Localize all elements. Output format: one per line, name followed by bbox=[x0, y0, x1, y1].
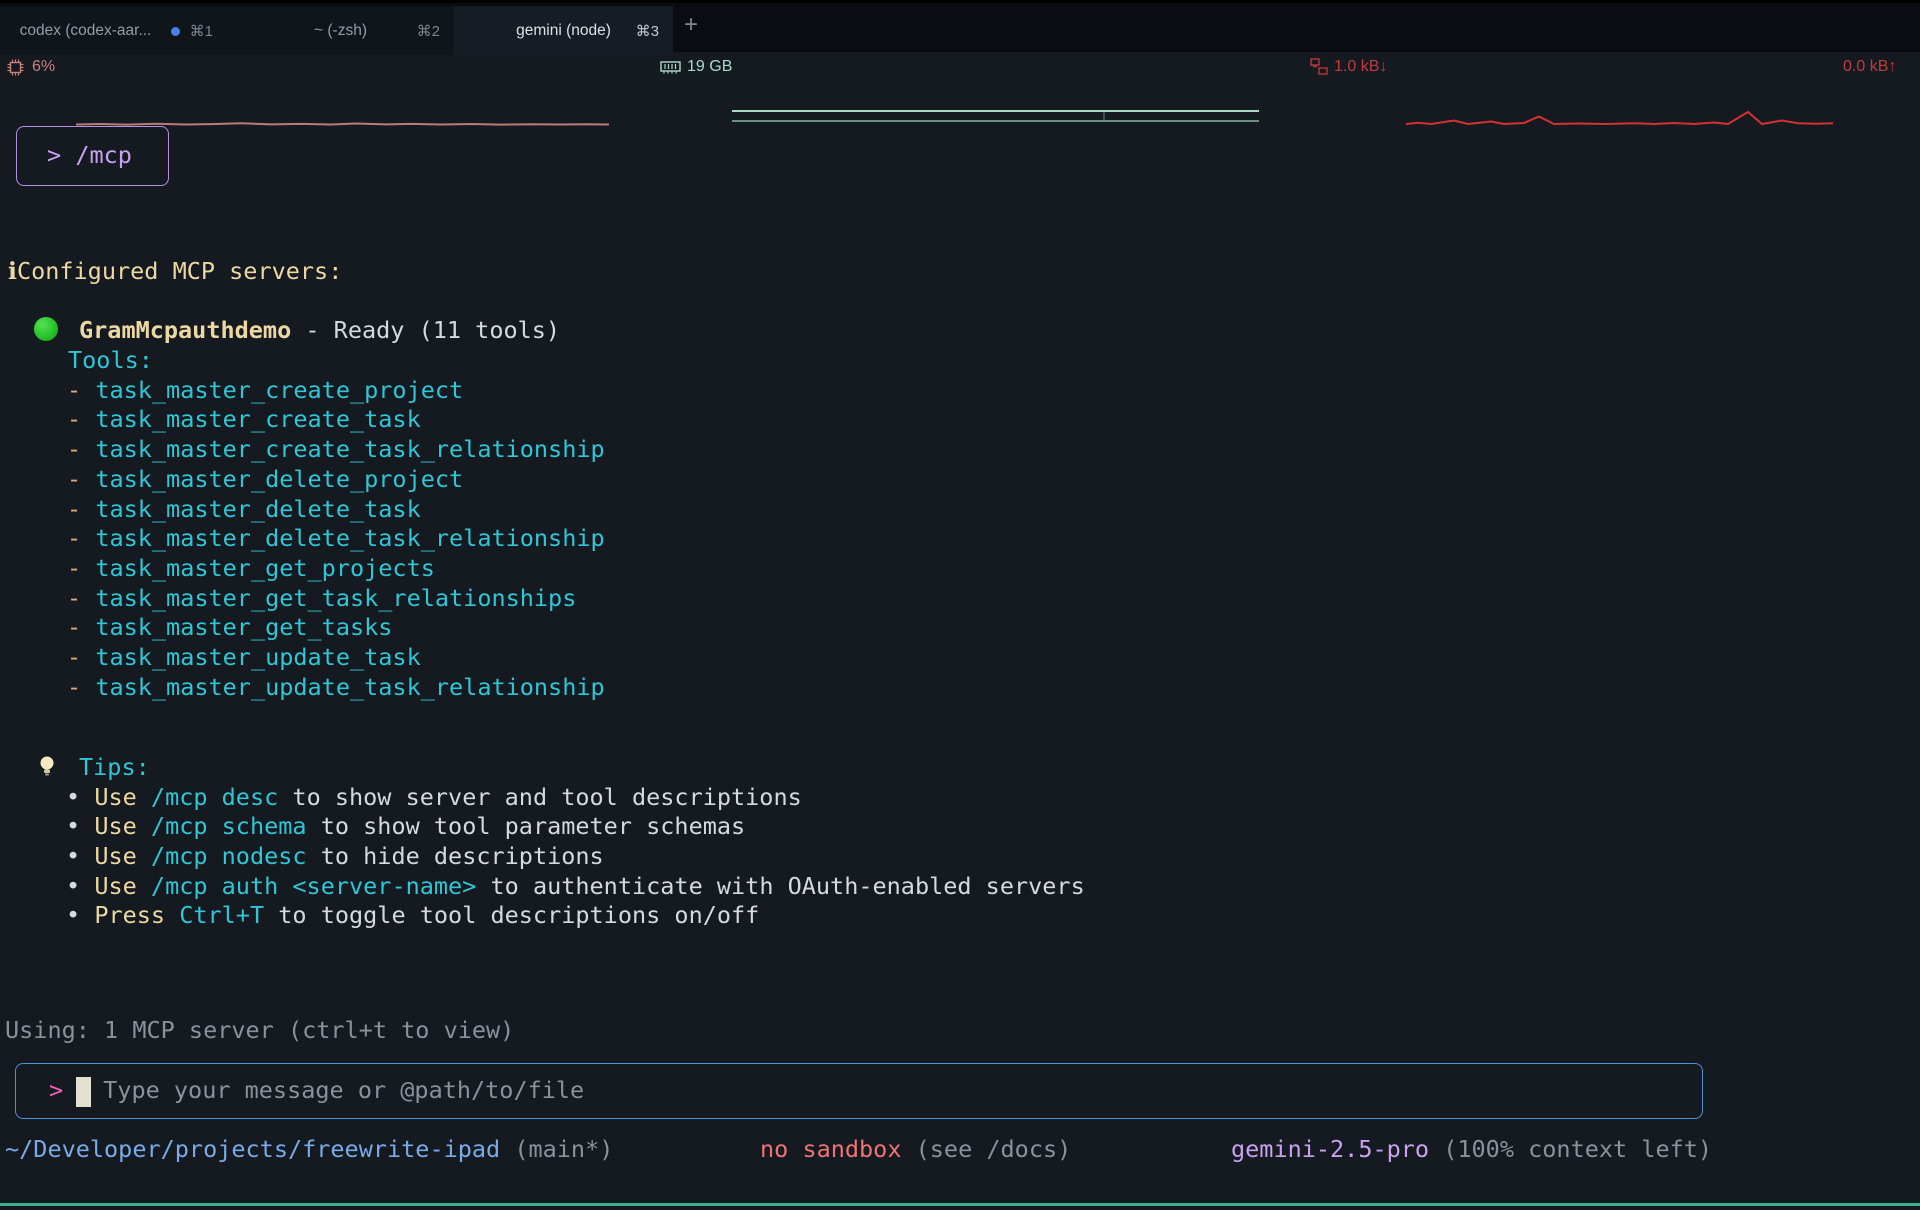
directory-path: ~/Developer/projects/freewrite-ipad bbox=[5, 1135, 500, 1163]
message-input[interactable]: > Type your message or @path/to/file bbox=[15, 1063, 1703, 1119]
tool-list-item: - task_master_create_project bbox=[0, 376, 605, 406]
tab-gemini-active[interactable]: gemini (node) ⌘3 bbox=[454, 6, 673, 55]
tip-item: • Use /mcp desc to show server and tool … bbox=[0, 783, 1085, 813]
tool-name: task_master_create_project bbox=[95, 376, 463, 404]
activity-dot-icon bbox=[171, 27, 180, 36]
mcp-output: ℹConfigured MCP servers: GramMcpauthdemo… bbox=[0, 257, 605, 702]
info-icon: ℹ bbox=[8, 257, 17, 285]
server-name: GramMcpauthdemo bbox=[79, 316, 291, 344]
model-status: gemini-2.5-pro (100% context left) bbox=[1231, 1135, 1712, 1165]
mcp-summary: Using: 1 MCP server (ctrl+t to view) bbox=[5, 1016, 514, 1046]
server-status-green-dot-icon bbox=[34, 317, 58, 341]
memory-amount: 19 GB bbox=[687, 58, 732, 76]
cpu-status: 6% bbox=[6, 52, 55, 82]
tip-item: • Press Ctrl+T to toggle tool descriptio… bbox=[0, 901, 1085, 931]
tool-name: task_master_delete_task_relationship bbox=[95, 524, 604, 552]
tip-item: • Use /mcp schema to show tool parameter… bbox=[0, 812, 1085, 842]
memory-icon bbox=[660, 59, 681, 76]
command-echo-box: > /mcp bbox=[16, 126, 169, 186]
memory-graph bbox=[732, 108, 1259, 130]
servers-header: ℹConfigured MCP servers: bbox=[0, 257, 605, 287]
command-prompt-char: > bbox=[47, 141, 61, 169]
tab-shortcut: ⌘1 bbox=[190, 22, 213, 40]
tool-name: task_master_delete_project bbox=[95, 465, 463, 493]
tab-shortcut: ⌘3 bbox=[636, 22, 659, 40]
tool-list-item: - task_master_get_projects bbox=[0, 554, 605, 584]
tool-list-item: - task_master_create_task bbox=[0, 405, 605, 435]
tool-name: task_master_delete_task bbox=[95, 495, 420, 523]
network-upload: 0.0 kB↑ bbox=[1843, 52, 1896, 82]
tip-item: • Use /mcp nodesc to hide descriptions bbox=[0, 842, 1085, 872]
server-status: - Ready (11 tools) bbox=[305, 316, 560, 344]
sandbox-status: no sandbox (see /docs) bbox=[760, 1135, 1071, 1165]
tool-name: task_master_get_tasks bbox=[95, 613, 392, 641]
tip-item: • Use /mcp auth <server-name> to authent… bbox=[0, 872, 1085, 902]
command-text: /mcp bbox=[75, 141, 132, 169]
tool-name: task_master_get_task_relationships bbox=[95, 584, 576, 612]
network-upload-rate: 0.0 kB↑ bbox=[1843, 58, 1896, 76]
network-icon bbox=[1310, 58, 1328, 76]
tool-list-item: - task_master_delete_project bbox=[0, 465, 605, 495]
system-status-bar: 6% 19 GB 1.0 kB↓ bbox=[0, 52, 1920, 82]
tool-list-item: - task_master_get_tasks bbox=[0, 613, 605, 643]
context-remaining: (100% context left) bbox=[1443, 1135, 1712, 1163]
sandbox-label: no sandbox bbox=[760, 1135, 901, 1163]
tool-list-item: - task_master_create_task_relationship bbox=[0, 435, 605, 465]
tool-name: task_master_update_task_relationship bbox=[95, 673, 604, 701]
tips-section: Tips: • Use /mcp desc to show server and… bbox=[0, 753, 1085, 931]
network-status: 1.0 kB↓ bbox=[1310, 52, 1387, 82]
tab-bar: codex (codex-aar... ⌘1 ~ (-zsh) ⌘2 gemin… bbox=[0, 0, 1920, 52]
sandbox-hint: (see /docs) bbox=[916, 1135, 1072, 1163]
network-sparkline bbox=[1406, 108, 1833, 128]
tab-shortcut: ⌘2 bbox=[417, 22, 440, 40]
bottom-divider bbox=[0, 1203, 1920, 1206]
tools-label: Tools: bbox=[0, 346, 605, 376]
text-cursor bbox=[76, 1077, 91, 1107]
new-tab-button[interactable]: + bbox=[676, 11, 706, 41]
working-directory: ~/Developer/projects/freewrite-ipad (mai… bbox=[5, 1135, 613, 1165]
tool-name: task_master_create_task_relationship bbox=[95, 435, 604, 463]
tool-list-item: - task_master_delete_task_relationship bbox=[0, 524, 605, 554]
tool-name: task_master_create_task bbox=[95, 405, 420, 433]
blank-line bbox=[0, 287, 605, 317]
network-download-rate: 1.0 kB↓ bbox=[1334, 58, 1387, 76]
cpu-icon bbox=[6, 58, 25, 77]
tool-list-item: - task_master_get_task_relationships bbox=[0, 584, 605, 614]
memory-status: 19 GB bbox=[660, 52, 732, 82]
tool-list-item: - task_master_update_task_relationship bbox=[0, 673, 605, 703]
model-name: gemini-2.5-pro bbox=[1231, 1135, 1429, 1163]
input-placeholder: Type your message or @path/to/file bbox=[103, 1076, 584, 1104]
git-branch: (main*) bbox=[514, 1135, 613, 1163]
cpu-percent: 6% bbox=[32, 58, 55, 76]
tab-zsh[interactable]: ~ (-zsh) ⌘2 bbox=[227, 6, 454, 55]
lightbulb-icon bbox=[38, 753, 58, 783]
tool-name: task_master_get_projects bbox=[95, 554, 435, 582]
tool-list-item: - task_master_delete_task bbox=[0, 495, 605, 525]
tab-codex[interactable]: codex (codex-aar... ⌘1 bbox=[0, 6, 227, 55]
tool-name: task_master_update_task bbox=[95, 643, 420, 671]
tips-header: Tips: bbox=[0, 753, 1085, 783]
input-prompt-char: > bbox=[49, 1076, 63, 1104]
server-row: GramMcpauthdemo - Ready (11 tools) bbox=[0, 316, 605, 346]
tool-list-item: - task_master_update_task bbox=[0, 643, 605, 673]
